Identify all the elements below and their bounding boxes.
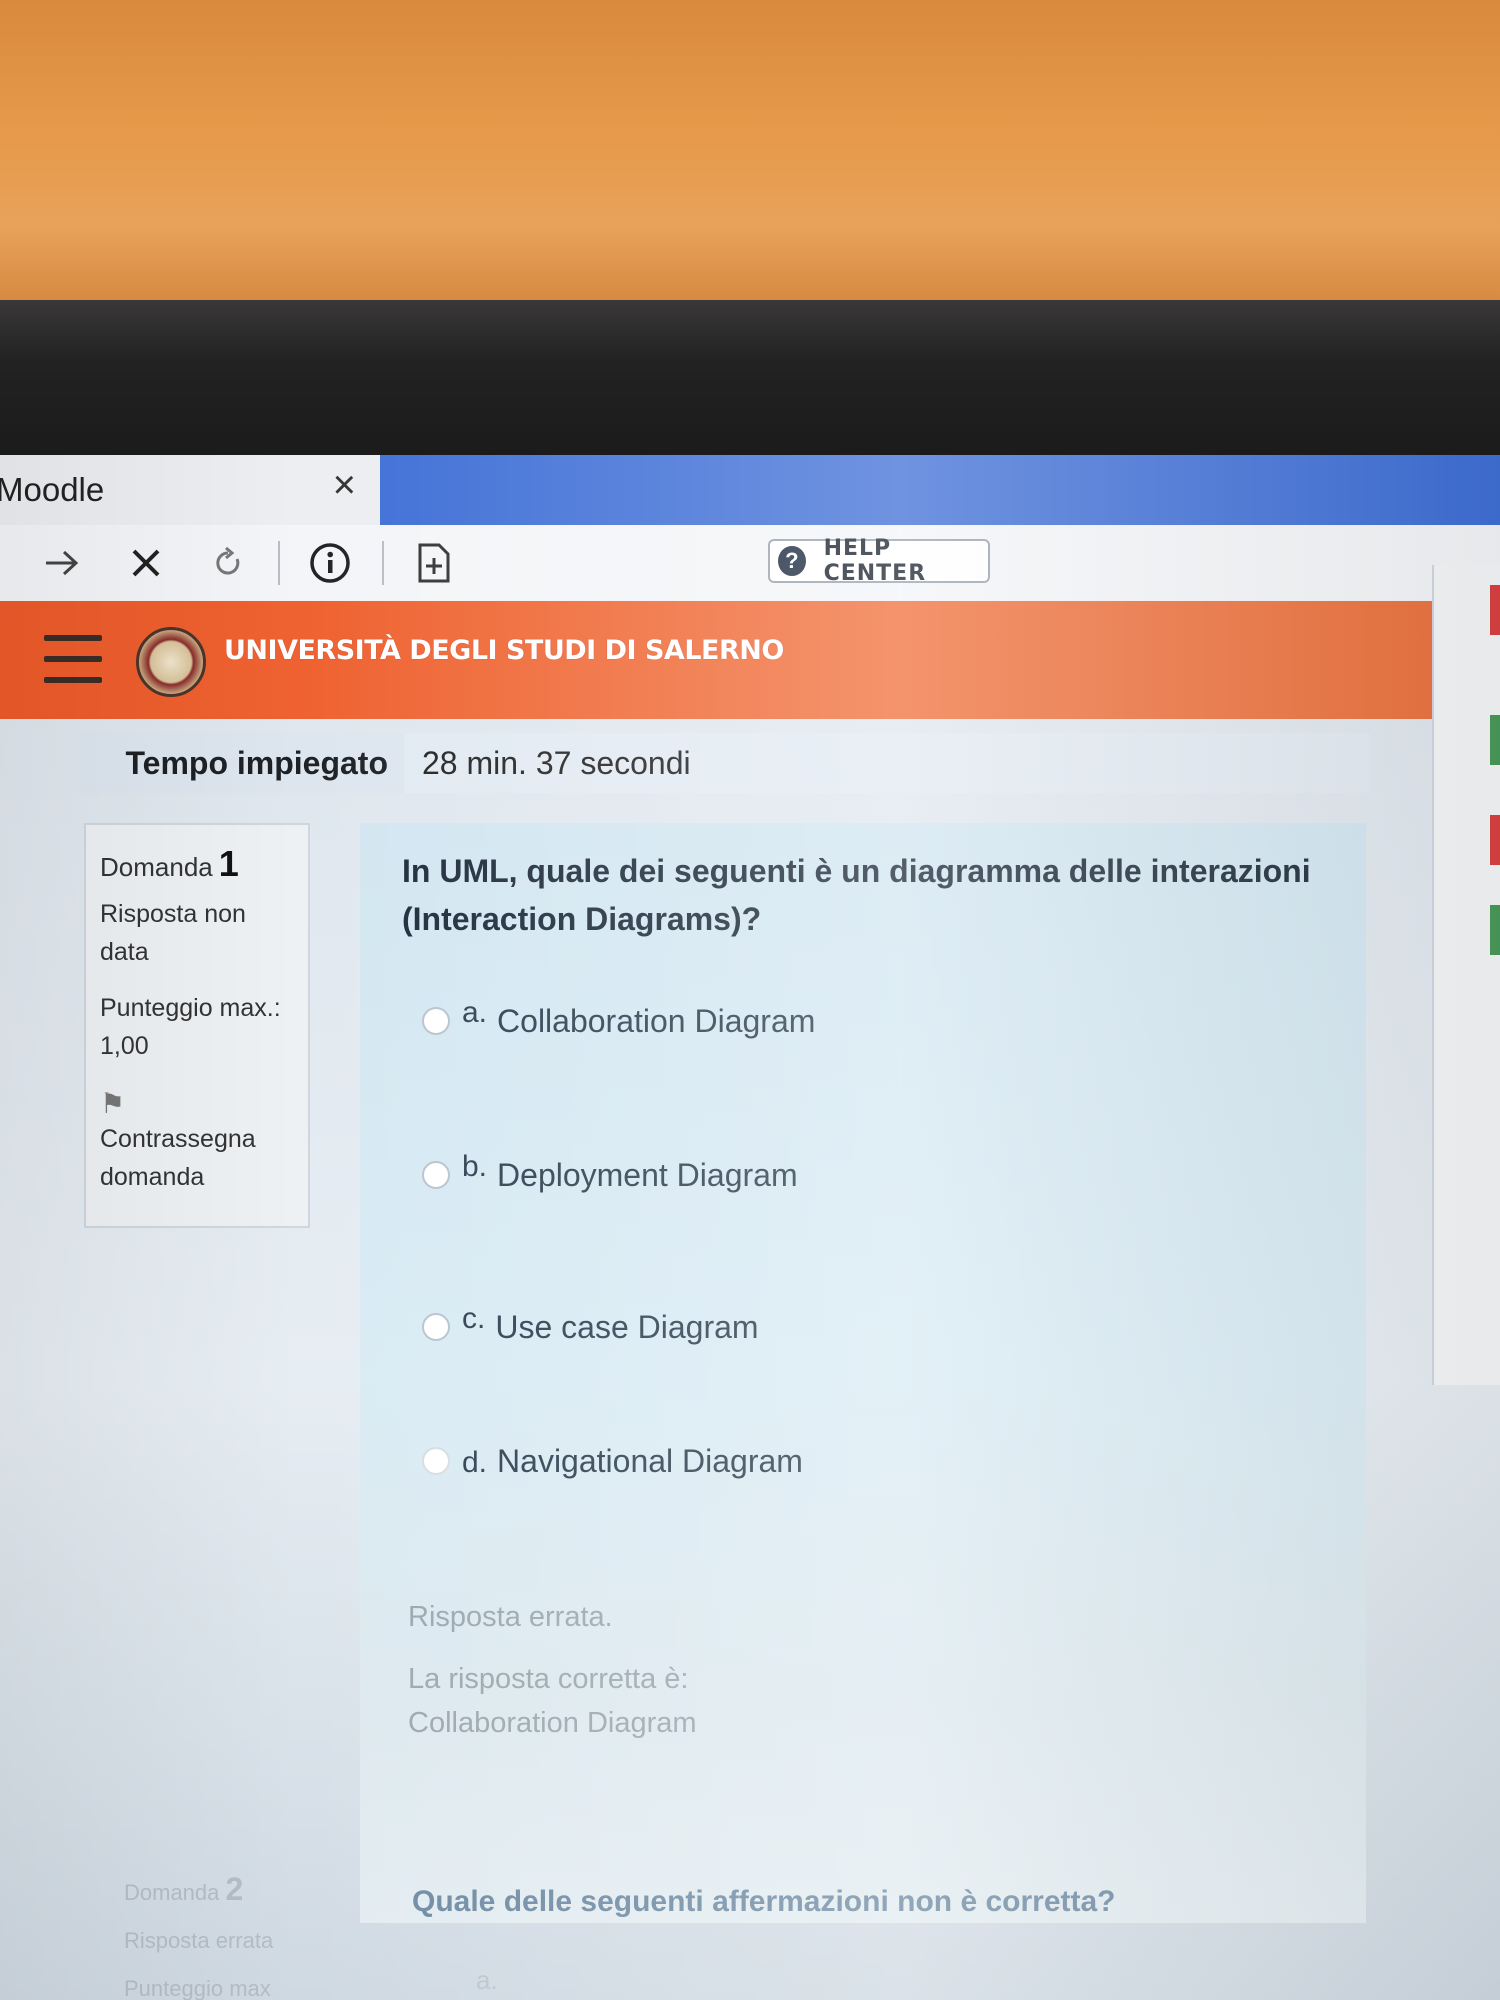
question2-score-label: Punteggio max bbox=[124, 1976, 271, 2000]
option-letter: b. bbox=[462, 1150, 488, 1183]
radio-button[interactable] bbox=[422, 1007, 450, 1035]
info-icon[interactable] bbox=[306, 525, 354, 601]
flag-label: Contrassegna bbox=[100, 1125, 256, 1153]
nav-marker-green[interactable] bbox=[1490, 715, 1500, 765]
question2-info-panel: Domanda 2 Risposta errata Punteggio max bbox=[124, 1865, 273, 2000]
new-document-icon[interactable] bbox=[412, 525, 456, 601]
university-seal-logo[interactable] bbox=[136, 627, 206, 697]
status-line: data bbox=[100, 938, 149, 966]
question-number-value: 1 bbox=[218, 843, 239, 884]
correct-answer-value: Collaboration Diagram bbox=[408, 1707, 697, 1739]
university-name[interactable]: UNIVERSITÀ DEGLI STUDI DI SALERNO bbox=[224, 635, 784, 666]
radio-button[interactable] bbox=[422, 1313, 450, 1341]
option-text: Use case Diagram bbox=[495, 1309, 759, 1345]
answer-option-c[interactable]: c. Use case Diagram bbox=[422, 1302, 759, 1346]
question-formulation: In UML, quale dei seguenti è un diagramm… bbox=[360, 823, 1366, 1923]
answer-option-d[interactable]: d. Navigational Diagram bbox=[422, 1443, 803, 1480]
question-text: In UML, quale dei seguenti è un diagramm… bbox=[402, 853, 1311, 937]
nav-marker-red[interactable] bbox=[1490, 815, 1500, 865]
tab-title: Moodle bbox=[0, 471, 105, 508]
correct-answer-label: La risposta corretta è: bbox=[408, 1663, 689, 1695]
forward-arrow-icon[interactable] bbox=[40, 525, 84, 601]
help-center-button[interactable]: ? HELP CENTER bbox=[768, 536, 990, 586]
option-text: Collaboration Diagram bbox=[497, 1003, 816, 1039]
hamburger-menu-icon[interactable] bbox=[44, 635, 102, 687]
option-letter: c. bbox=[462, 1302, 486, 1335]
question2-option-a[interactable]: a. bbox=[476, 1965, 498, 1996]
toolbar-separator bbox=[382, 541, 384, 585]
option-letter: a. bbox=[462, 996, 488, 1029]
time-value: 28 min. 37 secondi bbox=[422, 744, 691, 781]
question2-status: Risposta errata bbox=[124, 1928, 274, 1953]
help-center-label: HELP CENTER bbox=[823, 536, 927, 586]
toolbar-separator bbox=[278, 541, 280, 585]
question-number: Domanda 1 bbox=[100, 843, 294, 885]
feedback-text: Risposta errata. bbox=[408, 1601, 613, 1633]
monitor-bezel bbox=[0, 300, 1500, 455]
score-label: Punteggio max.: bbox=[100, 994, 281, 1022]
question-label: Domanda bbox=[100, 852, 213, 882]
answer-option-b[interactable]: b. Deployment Diagram bbox=[422, 1150, 798, 1194]
question-status: Risposta non data bbox=[100, 895, 294, 971]
nav-marker-green[interactable] bbox=[1490, 905, 1500, 955]
question-info-panel: Domanda 1 Risposta non data Punteggio max… bbox=[84, 823, 310, 1228]
radio-button[interactable] bbox=[422, 1161, 450, 1189]
time-summary-row: Tempo impiegato 28 min. 37 secondi bbox=[80, 733, 1370, 793]
browser-tab[interactable]: Moodle × bbox=[0, 455, 380, 525]
question-mark-icon: ? bbox=[778, 546, 806, 576]
tab-close-icon[interactable]: × bbox=[333, 465, 356, 505]
option-text: Deployment Diagram bbox=[497, 1157, 798, 1193]
question2-label: Domanda bbox=[124, 1880, 220, 1905]
browser-toolbar: ? HELP CENTER bbox=[0, 525, 1500, 602]
time-label: Tempo impiegato bbox=[80, 733, 404, 793]
option-letter: d. bbox=[462, 1446, 488, 1479]
nav-marker-red[interactable] bbox=[1490, 585, 1500, 635]
question2-text: Quale delle seguenti affermazioni non è … bbox=[412, 1885, 1116, 1918]
flag-label: domanda bbox=[100, 1163, 205, 1191]
flag-icon[interactable]: ⚑ bbox=[100, 1087, 294, 1120]
university-header: UNIVERSITÀ DEGLI STUDI DI SALERNO bbox=[0, 601, 1500, 719]
right-sidebar-panel bbox=[1432, 565, 1500, 1385]
stop-icon[interactable] bbox=[124, 525, 168, 601]
flag-question-link[interactable]: Contrassegna domanda bbox=[100, 1120, 294, 1196]
answer-option-a[interactable]: a. Collaboration Diagram bbox=[422, 996, 816, 1040]
reload-icon[interactable] bbox=[206, 525, 250, 601]
question2-number: Domanda 2 bbox=[124, 1865, 273, 1917]
option-text: Navigational Diagram bbox=[497, 1443, 803, 1479]
browser-screen: Moodle × ? HELP CENTER UNIVERSITÀ DEGLI … bbox=[0, 455, 1500, 2000]
question2-number-value: 2 bbox=[225, 1871, 244, 1907]
status-line: Risposta non bbox=[100, 900, 246, 928]
tab-strip: Moodle × bbox=[0, 455, 1500, 525]
score-value: 1,00 bbox=[100, 1032, 149, 1060]
question-score: Punteggio max.: 1,00 bbox=[100, 989, 294, 1065]
desk-background bbox=[0, 0, 1500, 300]
radio-button[interactable] bbox=[422, 1447, 450, 1475]
